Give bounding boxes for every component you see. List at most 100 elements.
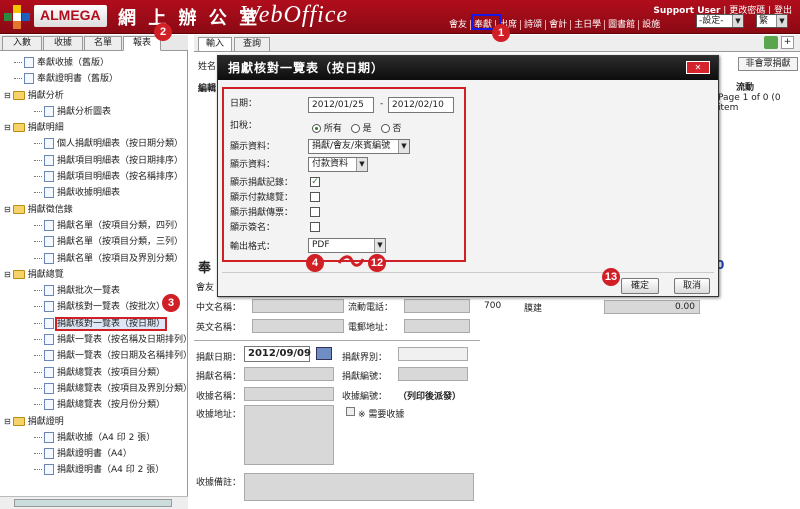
tab-receipt[interactable]: 收據 xyxy=(43,36,83,51)
tab-input[interactable]: 輸入 xyxy=(198,37,232,52)
receipt-no-label: 收據編號： xyxy=(342,392,388,402)
row-amount[interactable]: 0.00 xyxy=(604,300,700,314)
collapse-icon[interactable]: ⊟ xyxy=(4,270,11,279)
horizontal-scrollbar[interactable] xyxy=(0,496,188,509)
tree-folder[interactable]: ⊟ 捐獻分析 xyxy=(4,88,186,104)
chevron-down-icon: ▼ xyxy=(374,239,385,252)
tree-folder[interactable]: ⊟ 捐獻徵信錄 xyxy=(4,202,186,218)
tab-reports[interactable]: 報表 xyxy=(123,36,161,51)
tab-list[interactable]: 名單 xyxy=(84,36,122,51)
tree-item[interactable]: 捐獻證明書（A4 印 2 張） xyxy=(4,462,186,478)
menu-hymns[interactable]: 詩頌 xyxy=(521,20,547,30)
sector-select[interactable] xyxy=(398,347,468,361)
tree-item[interactable]: 捐獻名單（按項目分類，四列） xyxy=(4,218,186,234)
collapse-icon[interactable]: ⊟ xyxy=(4,123,11,132)
report-icon xyxy=(44,448,54,460)
folder-icon xyxy=(12,269,25,279)
receipt-name-field[interactable] xyxy=(244,387,334,401)
tree-item[interactable]: 捐獻收據明細表 xyxy=(4,185,186,201)
show-records-checkbox[interactable]: ✓ xyxy=(310,177,320,187)
show-payment-checkbox[interactable] xyxy=(310,192,320,202)
collapse-icon[interactable]: ⊟ xyxy=(4,91,11,100)
output-format-select[interactable]: PDF ▼ xyxy=(308,238,386,253)
report-icon xyxy=(44,236,54,248)
tree-item[interactable]: 捐獻批次一覽表 xyxy=(4,283,186,299)
menu-sunday-school[interactable]: 主日學 xyxy=(571,20,606,30)
tree-item[interactable]: 捐獻一覽表（按日期及名稱排列） xyxy=(4,348,192,364)
need-receipt-checkbox[interactable] xyxy=(346,407,355,416)
tax-all-radio[interactable] xyxy=(312,124,321,133)
report-icon xyxy=(44,382,54,394)
en-name-field[interactable] xyxy=(252,319,344,333)
tab-entry[interactable]: 入數 xyxy=(2,36,42,51)
tree-connector xyxy=(34,290,42,292)
scrollbar-thumb[interactable] xyxy=(14,499,172,507)
menu-library[interactable]: 圖書館 xyxy=(605,20,640,30)
mobile-field[interactable] xyxy=(404,299,470,313)
date-from-input[interactable]: 2012/01/25 xyxy=(308,97,374,113)
nonmember-donation-button[interactable]: 非會眾捐獻 xyxy=(738,57,798,71)
settings-select[interactable]: -設定- ▼ xyxy=(696,14,744,28)
tree-item[interactable]: 捐獻分析圖表 xyxy=(4,104,186,120)
tree-folder[interactable]: ⊟ 捐獻明細 xyxy=(4,120,186,136)
tree-item-label: 捐獻總覽表（按月份分類） xyxy=(57,400,166,411)
collapse-icon[interactable]: ⊟ xyxy=(4,205,11,214)
tree-item[interactable]: 捐獻核對一覽表（按日期） xyxy=(4,316,186,332)
tree-item[interactable]: 奉獻證明書（舊版） xyxy=(4,71,186,87)
donor-no-field[interactable] xyxy=(398,367,468,381)
cancel-button[interactable]: 取消 xyxy=(674,278,710,294)
tree-item[interactable]: 捐獻證明書（A4） xyxy=(4,446,186,462)
collapse-icon[interactable]: ⊟ xyxy=(4,417,11,426)
report-dialog: 捐獻核對一覽表（按日期） ✕ 日期： 2012/01/25 - 2012/02/… xyxy=(217,55,719,297)
close-icon[interactable]: ✕ xyxy=(686,61,710,74)
tree-item[interactable]: 捐獻收據（A4 印 2 張） xyxy=(4,430,186,446)
tree-folder[interactable]: ⊟ 捐獻總覽 xyxy=(4,267,186,283)
tree-item[interactable]: 捐獻總覽表（按項目及界別分類） xyxy=(4,381,192,397)
show-receipt-checkbox[interactable] xyxy=(310,207,320,217)
cn-name-field[interactable] xyxy=(252,299,344,313)
receipt-address-field[interactable] xyxy=(244,405,334,465)
tree-connector xyxy=(34,355,42,357)
tree-item[interactable]: 捐獻總覽表（按項目分類） xyxy=(4,365,186,381)
donation-date-field[interactable]: 2012/09/09 xyxy=(244,346,311,362)
tab-query[interactable]: 查詢 xyxy=(234,37,270,52)
tree-item-label: 捐獻名單（按項目分類，四列） xyxy=(57,220,184,231)
receipt-note-field[interactable] xyxy=(244,473,474,501)
tree-folder[interactable]: ⊟ 捐獻證明 xyxy=(4,414,186,430)
download-icon[interactable] xyxy=(764,36,778,49)
tax-all-label: 所有 xyxy=(323,124,342,134)
tree-item-label: 捐獻明細 xyxy=(27,123,64,134)
menu-facilities[interactable]: 設施 xyxy=(639,20,663,30)
report-icon xyxy=(44,399,54,411)
tree-item[interactable]: 捐獻名單（按項目分類，三列） xyxy=(4,234,186,250)
email-field[interactable] xyxy=(404,319,470,333)
tree-item[interactable]: 捐獻核對一覽表（按批次） xyxy=(4,299,186,315)
add-icon[interactable]: + xyxy=(781,36,794,49)
tax-no-radio[interactable] xyxy=(380,124,390,133)
tree-item[interactable]: 捐獻項目明細表（按日期排序） xyxy=(4,153,186,169)
chevron-down-icon: ▼ xyxy=(732,15,743,27)
display-data-select[interactable]: 捐獻/會友/來賓編號 ▼ xyxy=(308,139,410,154)
confirm-button[interactable]: 確定 xyxy=(621,278,659,294)
tree-item[interactable]: 捐獻名單（按項目及界別分類） xyxy=(4,251,186,267)
date-to-input[interactable]: 2012/02/10 xyxy=(388,97,454,113)
donor-name-field[interactable] xyxy=(244,367,334,381)
tree-connector xyxy=(34,371,42,373)
tree-item[interactable]: 捐獻一覽表（按名稱及日期排列） xyxy=(4,332,192,348)
tree-item[interactable]: 個人捐獻明細表（按日期分類） xyxy=(4,136,186,152)
folder-icon xyxy=(12,416,25,426)
tree-item[interactable]: 捐獻總覽表（按月份分類） xyxy=(4,397,186,413)
report-icon xyxy=(44,301,54,313)
display-data2-select[interactable]: 付款資料 ▼ xyxy=(308,157,368,172)
tree-item-label: 捐獻分析 xyxy=(27,90,64,101)
menu-members[interactable]: 會友 xyxy=(446,20,472,30)
language-select[interactable]: 繁 ▼ xyxy=(756,14,788,28)
folder-icon xyxy=(12,90,25,100)
tree-item-label: 捐獻名單（按項目分類，三列） xyxy=(57,237,184,248)
tree-item[interactable]: 捐獻項目明細表（按名稱排序） xyxy=(4,169,186,185)
calendar-icon[interactable] xyxy=(316,347,332,360)
menu-accounting[interactable]: 會計 xyxy=(546,20,572,30)
show-sign-checkbox[interactable] xyxy=(310,222,320,232)
tax-yes-radio[interactable] xyxy=(350,124,360,133)
tree-item[interactable]: 奉獻收據（舊版） xyxy=(4,55,186,71)
